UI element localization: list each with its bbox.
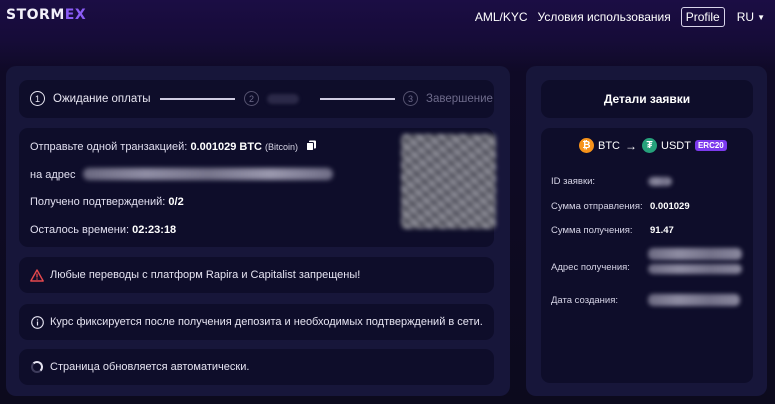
receive-address-label: Адрес получения: — [551, 262, 630, 273]
network-badge: ERC20 — [694, 140, 727, 151]
send-amount-label: Отправьте одной транзакцией: — [30, 141, 188, 153]
send-sum-label: Сумма отправления: — [551, 201, 643, 212]
order-details-header: Детали заявки — [541, 80, 753, 118]
order-id-redacted — [648, 177, 672, 186]
send-amount-value[interactable]: 0.001029 BTC — [190, 141, 262, 153]
auto-refresh-notice: Страница обновляется автоматически. — [19, 349, 494, 385]
progress-stepper: 1 Ожидание оплаты 2 3 Завершение — [19, 80, 494, 118]
created-date-redacted — [648, 294, 740, 306]
order-details-title: Детали заявки — [603, 92, 691, 106]
to-coin: USDT — [661, 139, 691, 152]
rate-info-text: Курс фиксируется после получения депозит… — [50, 316, 483, 328]
order-id-label: ID заявки: — [551, 176, 596, 187]
qr-code-redacted — [401, 134, 496, 229]
bitcoin-icon: ₿ — [579, 138, 594, 153]
step-2-label-redacted — [267, 93, 299, 104]
exchange-pair: ₿ BTC → ₮ USDT ERC20 — [579, 138, 727, 153]
order-details-card: ₿ BTC → ₮ USDT ERC20 ID заявки: Сумма от… — [541, 128, 753, 383]
logo-main: STORM — [6, 7, 65, 23]
from-coin: BTC — [598, 139, 620, 152]
deposit-address-row: на адрес — [30, 168, 333, 181]
step-2: 2 — [244, 91, 299, 106]
loading-spinner-icon — [30, 360, 44, 374]
time-left-row: Осталось времени: 02:23:18 — [30, 224, 176, 236]
auto-refresh-text: Страница обновляется автоматически. — [50, 361, 250, 373]
step-1-number: 1 — [30, 91, 45, 106]
send-network: (Bitcoin) — [265, 142, 299, 152]
logo-accent: EX — [64, 7, 87, 23]
top-nav: AML/KYC Условия использования Profile RU… — [475, 7, 765, 27]
arrow-right-icon: → — [625, 138, 637, 153]
time-left-label: Осталось времени: — [30, 224, 130, 236]
profile-button[interactable]: Profile — [680, 7, 725, 27]
deposit-address-redacted[interactable] — [82, 168, 333, 180]
receive-address-redacted-line-2 — [648, 264, 742, 274]
created-date-label: Дата создания: — [551, 295, 619, 306]
copy-icon[interactable] — [306, 140, 317, 151]
language-value: RU — [736, 10, 755, 24]
confirmations-label: Получено подтверждений: — [30, 196, 166, 208]
rate-info-notice: Курс фиксируется после получения депозит… — [19, 304, 494, 340]
order-details-panel: Детали заявки ₿ BTC → ₮ USDT ERC20 ID за… — [526, 66, 767, 396]
deposit-address-label: на адрес — [30, 169, 76, 181]
send-sum-value: 0.001029 — [650, 201, 690, 212]
info-icon — [30, 315, 44, 329]
warning-text: Любые переводы с платформ Rapira и Capit… — [50, 269, 361, 281]
warning-triangle-icon — [30, 268, 44, 282]
confirmations-row: Получено подтверждений: 0/2 — [30, 196, 184, 208]
receive-sum-value: 91.47 — [650, 225, 674, 236]
language-select[interactable]: RU ▼ — [737, 10, 765, 24]
step-connector — [160, 98, 235, 100]
step-1: 1 Ожидание оплаты — [30, 91, 151, 106]
logo[interactable]: STORMEX — [6, 7, 86, 23]
chevron-down-icon: ▼ — [757, 13, 765, 22]
step-3-label: Завершение — [426, 92, 493, 105]
step-connector — [320, 98, 395, 100]
order-progress-panel: 1 Ожидание оплаты 2 3 Завершение Отправь… — [6, 66, 510, 396]
receive-address-redacted-line-1 — [648, 248, 742, 260]
confirmations-value: 0/2 — [168, 196, 184, 208]
step-2-number: 2 — [244, 91, 259, 106]
payment-instructions-card: Отправьте одной транзакцией: 0.001029 BT… — [19, 128, 496, 247]
receive-sum-label: Сумма получения: — [551, 225, 633, 236]
step-3: 3 Завершение — [403, 91, 493, 106]
time-left-value: 02:23:18 — [132, 224, 177, 236]
step-1-label: Ожидание оплаты — [53, 92, 151, 105]
send-amount-row: Отправьте одной транзакцией: 0.001029 BT… — [30, 140, 317, 153]
step-3-number: 3 — [403, 91, 418, 106]
nav-terms-link[interactable]: Условия использования — [538, 10, 671, 24]
tether-icon: ₮ — [642, 138, 657, 153]
nav-aml-kyc-link[interactable]: AML/KYC — [475, 10, 528, 24]
warning-notice: Любые переводы с платформ Rapira и Capit… — [19, 257, 494, 293]
